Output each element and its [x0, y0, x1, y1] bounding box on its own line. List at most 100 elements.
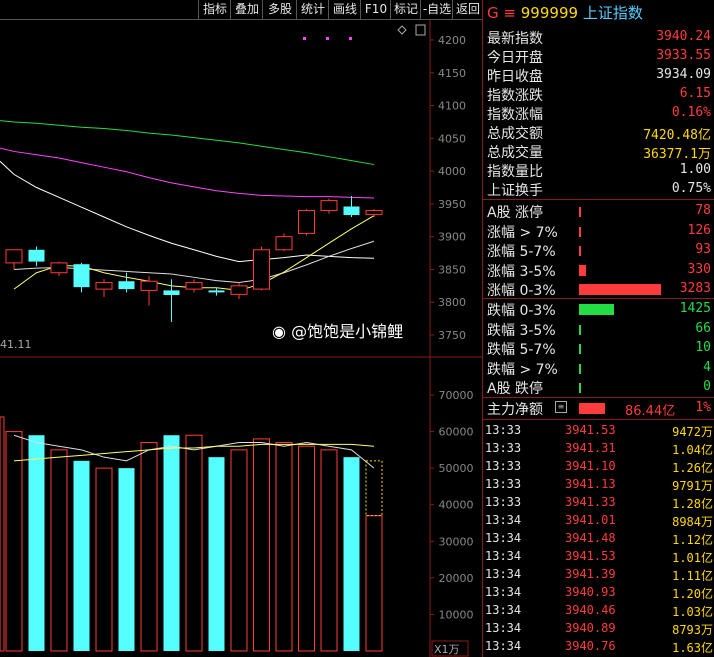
volume-tick-label: 10000 — [439, 608, 474, 621]
tick-price: 3941.48 — [565, 531, 616, 545]
quote-value: 3933.55 — [656, 48, 711, 63]
ma20-line — [0, 160, 375, 263]
price-tick-label: 4000 — [438, 165, 466, 178]
toolbar-button-0[interactable]: 指标 — [198, 0, 231, 19]
watermark: ◉ @饱饱是小锦鲤 — [272, 322, 404, 341]
netflow-bar — [579, 403, 605, 414]
tick-volume: 9472万 — [672, 425, 713, 439]
breadth-label: 跌幅 > 7% — [487, 361, 558, 378]
tick-volume: 1.03亿 — [672, 605, 713, 619]
breadth-label: 跌幅 3-5% — [487, 322, 556, 339]
tick-row: 13:34 3941.39 1.11亿 — [485, 565, 713, 583]
candle-body — [28, 249, 45, 262]
netflow-row[interactable]: 主力净额 ≡ 86.44亿 1% — [485, 399, 713, 419]
volume-bar — [365, 515, 383, 652]
separator — [483, 298, 714, 299]
quote-value: 0.75% — [671, 181, 711, 196]
separator — [483, 419, 714, 420]
price-tick-label: 3800 — [438, 296, 466, 309]
tick-row: 13:34 3940.76 1.63亿 — [485, 637, 713, 655]
price-tick-label: 3900 — [438, 231, 466, 244]
candle-body — [275, 236, 293, 251]
toolbar-button-6[interactable]: 标记 — [390, 0, 421, 19]
breadth-value: 78 — [695, 203, 711, 218]
toolbar-button-8[interactable]: 返回 — [452, 0, 483, 19]
volume-bar — [50, 449, 68, 652]
toolbar-button-7[interactable]: -自选 — [420, 0, 453, 19]
volume-tick-label: 20000 — [439, 572, 474, 585]
tick-time: 13:33 — [485, 423, 522, 437]
breadth-row-down: 跌幅 0-3% 1425 — [485, 300, 713, 319]
tick-time: 13:34 — [485, 639, 522, 653]
volume-bar — [5, 431, 23, 652]
volume-bar — [275, 442, 293, 652]
breadth-value: 3283 — [679, 281, 711, 296]
candle-body — [50, 262, 68, 274]
price-tick-label: 3750 — [438, 329, 466, 342]
toolbar-button-3[interactable]: 统计 — [296, 0, 329, 19]
volume-tick-label: 30000 — [439, 535, 474, 548]
quote-value: 6.15 — [679, 86, 711, 101]
volume-bar — [253, 438, 270, 652]
candle-body — [365, 209, 383, 215]
quote-label: 总成交额 — [487, 126, 543, 142]
stock-name: 上证指数 — [582, 4, 643, 22]
candle-body — [298, 209, 315, 234]
stock-code: 999999 — [520, 4, 579, 22]
tick-volume: 8793万 — [672, 623, 713, 637]
date-label: 41.11 — [0, 338, 32, 351]
toolbar-button-4[interactable]: 画线 — [328, 0, 361, 19]
toolbar-button-5[interactable]: F10 — [360, 0, 391, 19]
tick-volume: 8984万 — [672, 515, 713, 529]
toolbar-button-2[interactable]: 多股 — [262, 0, 297, 19]
breadth-value: 10 — [695, 340, 711, 355]
tick-volume: 1.20亿 — [672, 587, 713, 601]
quote-value: 3940.24 — [656, 29, 711, 44]
breadth-value: 330 — [687, 261, 711, 277]
tick-volume: 1.12亿 — [672, 533, 713, 547]
toolbar-button-1[interactable]: 叠加 — [230, 0, 263, 19]
volume-bar — [208, 457, 225, 651]
netflow-menu-icon[interactable]: ≡ — [555, 401, 567, 413]
tick-price: 3941.01 — [565, 513, 616, 527]
tick-price: 3941.13 — [565, 477, 616, 491]
quote-row: 最新指数 3940.24 — [485, 28, 713, 47]
tick-price: 3940.76 — [565, 639, 616, 653]
tick-volume: 9791万 — [672, 479, 713, 493]
breadth-row-down: A股 跌停 0 — [485, 378, 713, 397]
breadth-bar — [579, 324, 581, 335]
breadth-label: A股 跌停 — [487, 381, 544, 397]
menu-icon[interactable]: ≡ — [503, 4, 516, 22]
candle-body — [118, 281, 135, 290]
breadth-label: 涨幅 3-5% — [487, 263, 556, 280]
breadth-row-up: A股 涨停 78 — [485, 202, 713, 221]
tick-time: 13:33 — [485, 441, 522, 455]
quote-row: 昨日收盘 3934.09 — [485, 66, 713, 85]
price-tick-label: 4150 — [438, 67, 466, 80]
candle-body — [140, 280, 158, 291]
tick-time: 13:34 — [485, 567, 522, 581]
ma60-line — [0, 147, 375, 199]
quote-label: 指数涨跌 — [487, 88, 543, 104]
quote-panel: G ≡ 999999 上证指数 最新指数 3940.24 今日开盘 3933.55 昨日… — [482, 0, 714, 657]
tick-price: 3941.53 — [565, 423, 616, 437]
quote-row: 指数涨跌 6.15 — [485, 85, 713, 104]
tick-price: 3941.33 — [565, 495, 616, 509]
price-tick-label: 3950 — [438, 198, 466, 211]
tick-volume: 1.04亿 — [672, 443, 713, 457]
volume-tick-label: 70000 — [439, 389, 474, 402]
panel-toggle-icon — [415, 24, 426, 36]
price-tick-label: 4100 — [438, 100, 466, 113]
quote-label: 上证换手 — [487, 183, 543, 199]
breadth-row-down: 跌幅 5-7% 10 — [485, 339, 713, 358]
kline-chart[interactable]: 4200 4150 4100 4050 4000 3950 3900 3850 3800 3750… — [0, 0, 482, 657]
volume-tick-label: 60000 — [439, 426, 474, 439]
tick-row: 13:34 3940.46 1.03亿 — [485, 601, 713, 619]
quote-row: 指数涨幅 0.16% — [485, 104, 713, 123]
quote-value: 3934.09 — [656, 67, 711, 82]
ma5-line — [13, 215, 375, 291]
breadth-bar — [579, 246, 581, 256]
tick-time: 13:34 — [485, 549, 522, 563]
breadth-row-up: 涨幅 5-7% 93 — [485, 241, 713, 260]
toolbar: 指标 叠加 多股 统计 画线 F10 标记 -自选 返回 — [0, 0, 482, 20]
